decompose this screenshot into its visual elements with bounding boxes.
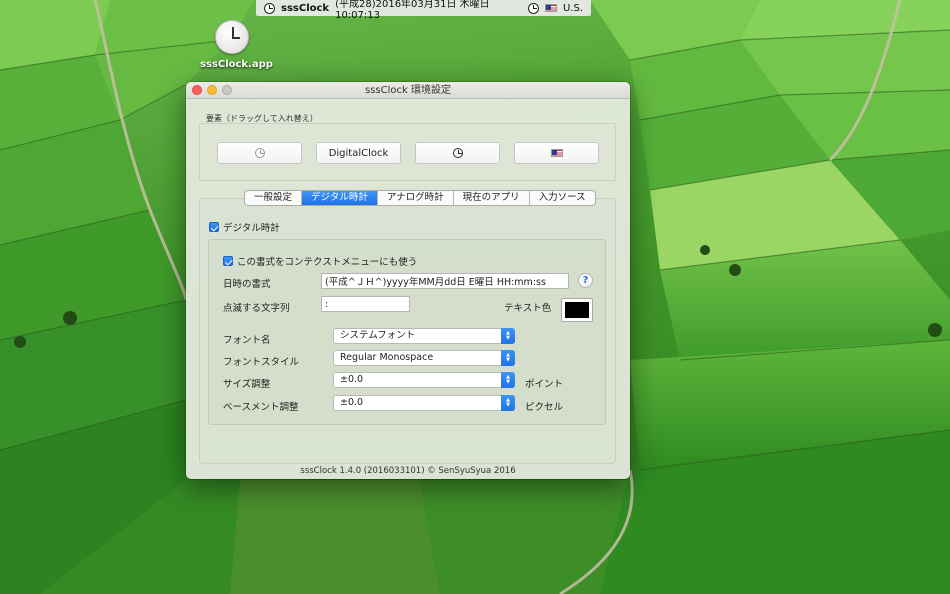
us-flag-icon [550,149,563,157]
font-style-label: フォントスタイル [223,357,300,368]
help-icon[interactable]: ? [578,273,593,288]
stepper-arrows-icon: ▲ ▼ [501,328,515,344]
format-input[interactable] [321,273,569,289]
digital-clock-enable-row[interactable]: デジタル時計 [209,220,280,234]
analog-clock-icon [452,148,463,158]
font-name-label: フォント名 [223,335,271,346]
context-menu-row[interactable]: この書式をコンテクストメニューにも使う [223,254,417,268]
font-style-select[interactable]: Regular Monospace ▲ ▼ [333,350,515,366]
tab-bar: 一般設定 デジタル時計 アナログ時計 現在のアプリ 入力ソース [244,190,596,206]
size-adjust-value: ±0.0 [340,374,364,385]
zoom-button[interactable] [222,85,232,95]
context-menu-checkbox[interactable] [223,256,233,266]
desktop-icon-label: sssClock.app [200,59,273,70]
font-style-value: Regular Monospace [340,352,434,363]
analog-clock-icon[interactable] [527,2,539,14]
minimize-button[interactable] [207,85,217,95]
element-button-label: DigitalClock [328,147,389,159]
blink-string-label: 点滅する文字列 [223,303,290,314]
element-button-input-source[interactable] [514,142,599,164]
baseline-adjust-label: ベースメント調整 [223,402,299,413]
baseline-unit-label: ピクセル [525,402,564,413]
baseline-adjust-select[interactable]: ±0.0 ▲ ▼ [333,395,515,411]
element-button-analog-clock[interactable] [415,142,500,164]
window-titlebar[interactable]: sssClock 環境設定 [186,82,630,99]
tab-general[interactable]: 一般設定 [245,191,303,205]
us-flag-icon[interactable] [544,4,557,12]
element-button-menu-icon[interactable] [217,142,302,164]
size-adjust-label: サイズ調整 [223,379,271,390]
tab-analog-clock[interactable]: アナログ時計 [378,191,454,205]
stepper-arrows-icon: ▲ ▼ [501,372,515,388]
window-controls [192,85,232,95]
format-label: 日時の書式 [223,279,271,290]
text-color-label: テキスト色 [504,303,552,314]
tab-input-source[interactable]: 入力ソース [530,191,595,205]
baseline-adjust-value: ±0.0 [340,397,364,408]
tab-digital-clock[interactable]: デジタル時計 [302,191,378,205]
text-color-well[interactable] [561,298,593,322]
blink-string-input[interactable] [321,296,410,312]
digital-clock-enable-label: デジタル時計 [223,223,280,234]
size-adjust-select[interactable]: ±0.0 ▲ ▼ [333,372,515,388]
clock-icon [254,148,265,158]
digital-clock-checkbox[interactable] [209,222,219,232]
clock-icon [264,2,275,14]
context-menu-label: この書式をコンテクストメニューにも使う [237,257,418,268]
version-footer: sssClock 1.4.0 (2016033101) © SenSyuSyua… [300,466,516,476]
text-color-swatch [565,302,589,318]
close-button[interactable] [192,85,202,95]
menubar-input-source[interactable]: U.S. [563,3,583,14]
size-unit-label: ポイント [525,379,564,390]
elements-box: DigitalClock [199,123,616,181]
menubar-extra: sssClock (平成28)2016年03月31日 木曜日 10:07:13 … [256,0,591,21]
font-name-select[interactable]: システムフォント ▲ ▼ [333,328,515,344]
desktop-icon-sssclock[interactable]: sssClock.app [200,20,273,70]
preferences-window: sssClock 環境設定 要素（ドラッグして入れ替え） DigitalCloc… [186,82,630,479]
stepper-arrows-icon: ▲ ▼ [501,395,515,411]
menubar-app-name[interactable]: sssClock [281,3,329,14]
clock-app-icon [215,20,249,54]
tab-current-app[interactable]: 現在のアプリ [454,191,530,205]
stepper-arrows-icon: ▲ ▼ [501,350,515,366]
font-name-value: システムフォント [340,330,416,341]
menubar-datetime[interactable]: (平成28)2016年03月31日 木曜日 10:07:13 [335,0,522,21]
element-button-digital-clock[interactable]: DigitalClock [316,142,401,164]
window-title: sssClock 環境設定 [365,85,451,96]
